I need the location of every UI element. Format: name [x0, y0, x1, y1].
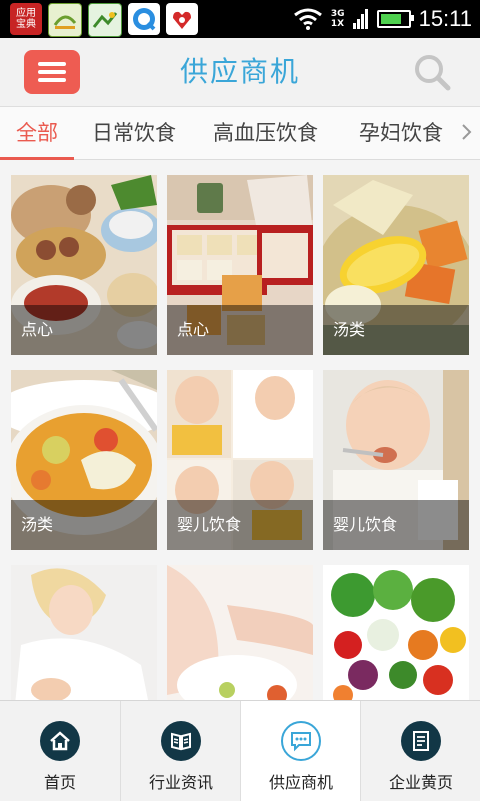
app-green-icon	[48, 3, 82, 37]
chat-icon	[281, 721, 321, 761]
grid-item[interactable]: 婴儿饮食	[167, 370, 313, 550]
nav-home-label: 首页	[43, 773, 76, 792]
nav-home[interactable]: 首页	[0, 701, 120, 801]
nav-industry-news[interactable]: 行业资讯	[120, 701, 241, 801]
nav-industry-news-label: 行业资讯	[148, 773, 213, 792]
vegetables-image	[323, 565, 469, 700]
tab-pregnancy-diet[interactable]: 孕妇饮食	[359, 107, 443, 159]
tab-all[interactable]: 全部	[16, 107, 58, 159]
category-tabs: 全部 日常饮食 高血压饮食 孕妇饮食	[0, 107, 480, 160]
grid-item[interactable]: 婴儿饮食	[323, 370, 469, 550]
app-farm-icon	[88, 3, 122, 37]
signal-icon	[352, 9, 368, 29]
grid-item-caption: 点心	[11, 305, 157, 355]
status-time: 15:11	[418, 6, 472, 31]
grid-item-caption: 汤类	[323, 305, 469, 355]
title-bar: 供应商机	[0, 38, 480, 107]
grid-item-caption: 婴儿饮食	[167, 500, 313, 550]
search-icon	[415, 55, 451, 91]
grid-item[interactable]: 汤类	[323, 175, 469, 355]
nav-supply-opportunities[interactable]: 供应商机	[240, 701, 361, 801]
app-baodian-icon: 应用 宝典	[10, 3, 42, 35]
grid-item-caption: 汤类	[11, 500, 157, 550]
wifi-icon	[294, 8, 322, 30]
home-icon	[40, 721, 80, 761]
page-title: 供应商机	[179, 55, 300, 88]
nav-business-directory[interactable]: 企业黄页	[360, 701, 480, 801]
app-red-icon	[166, 3, 198, 35]
grid-item-caption: 婴儿饮食	[323, 500, 469, 550]
grid-item[interactable]	[323, 565, 469, 700]
network-indicator: 3G 1X	[330, 9, 345, 29]
nav-supply-opportunities-label: 供应商机	[268, 773, 333, 792]
bottom-navigation: 首页 行业资讯 供应商机 企业黄页	[0, 700, 480, 801]
battery-icon	[376, 10, 414, 28]
notification-icons: 应用 宝典	[10, 3, 198, 37]
document-icon	[401, 721, 441, 761]
nav-business-directory-label: 企业黄页	[388, 773, 453, 792]
tab-hypertension-diet[interactable]: 高血压饮食	[213, 107, 318, 159]
grid-item[interactable]: 汤类	[11, 370, 157, 550]
book-icon	[161, 721, 201, 761]
search-button[interactable]	[412, 52, 452, 92]
mother-image	[11, 565, 157, 700]
tab-daily-diet[interactable]: 日常饮食	[92, 107, 176, 159]
grid-item[interactable]: 点心	[167, 175, 313, 355]
grid-item[interactable]	[167, 565, 313, 700]
product-grid: 点心 点心 汤类 汤类 婴儿饮食 婴儿饮食	[0, 160, 480, 700]
grid-item[interactable]: 点心	[11, 175, 157, 355]
grid-item-caption: 点心	[167, 305, 313, 355]
chevron-right-icon[interactable]	[460, 117, 474, 147]
status-bar: 应用 宝典 3G 1X 15:11	[0, 0, 480, 38]
grid-item[interactable]	[11, 565, 157, 700]
app-browser-icon	[128, 3, 160, 35]
pregnant-belly-image	[167, 565, 313, 700]
